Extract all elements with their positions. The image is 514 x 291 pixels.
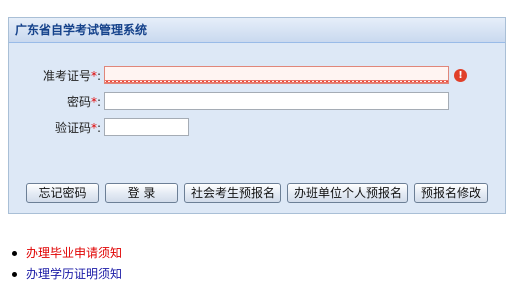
modify-prereg-button[interactable]: 预报名修改 — [414, 183, 488, 203]
social-prereg-button[interactable]: 社会考生预报名 — [184, 183, 281, 203]
error-icon: ! — [454, 68, 467, 82]
password-input[interactable] — [104, 92, 449, 110]
list-item: 办理毕业申请须知 — [10, 243, 122, 264]
graduation-notice-link[interactable]: 办理毕业申请须知 — [26, 246, 122, 260]
button-bar: 忘记密码 登 录 社会考生预报名 办班单位个人预报名 预报名修改 — [26, 183, 488, 203]
bullet-icon — [12, 251, 17, 256]
notice-links: 办理毕业申请须知 办理学历证明须知 — [10, 243, 122, 285]
panel-title: 广东省自学考试管理系统 — [9, 18, 505, 43]
list-item: 办理学历证明须知 — [10, 264, 122, 285]
login-button[interactable]: 登 录 — [105, 183, 178, 203]
captcha-label: 验证码*: — [54, 120, 101, 135]
captcha-row: 验证码*: — [9, 117, 189, 137]
login-panel: 广东省自学考试管理系统 准考证号*: ! 密码*: 验证码*: 忘记密码 登 录… — [8, 17, 506, 214]
certificate-notice-link[interactable]: 办理学历证明须知 — [26, 267, 122, 281]
exam-id-input[interactable] — [104, 66, 449, 84]
password-row: 密码*: — [9, 91, 449, 111]
bullet-icon — [12, 272, 17, 277]
exam-id-label: 准考证号*: — [42, 68, 101, 83]
forgot-password-button[interactable]: 忘记密码 — [26, 183, 99, 203]
org-prereg-button[interactable]: 办班单位个人预报名 — [287, 183, 408, 203]
exam-id-row: 准考证号*: ! — [9, 65, 467, 85]
password-label: 密码*: — [66, 94, 101, 109]
captcha-input[interactable] — [104, 118, 189, 136]
